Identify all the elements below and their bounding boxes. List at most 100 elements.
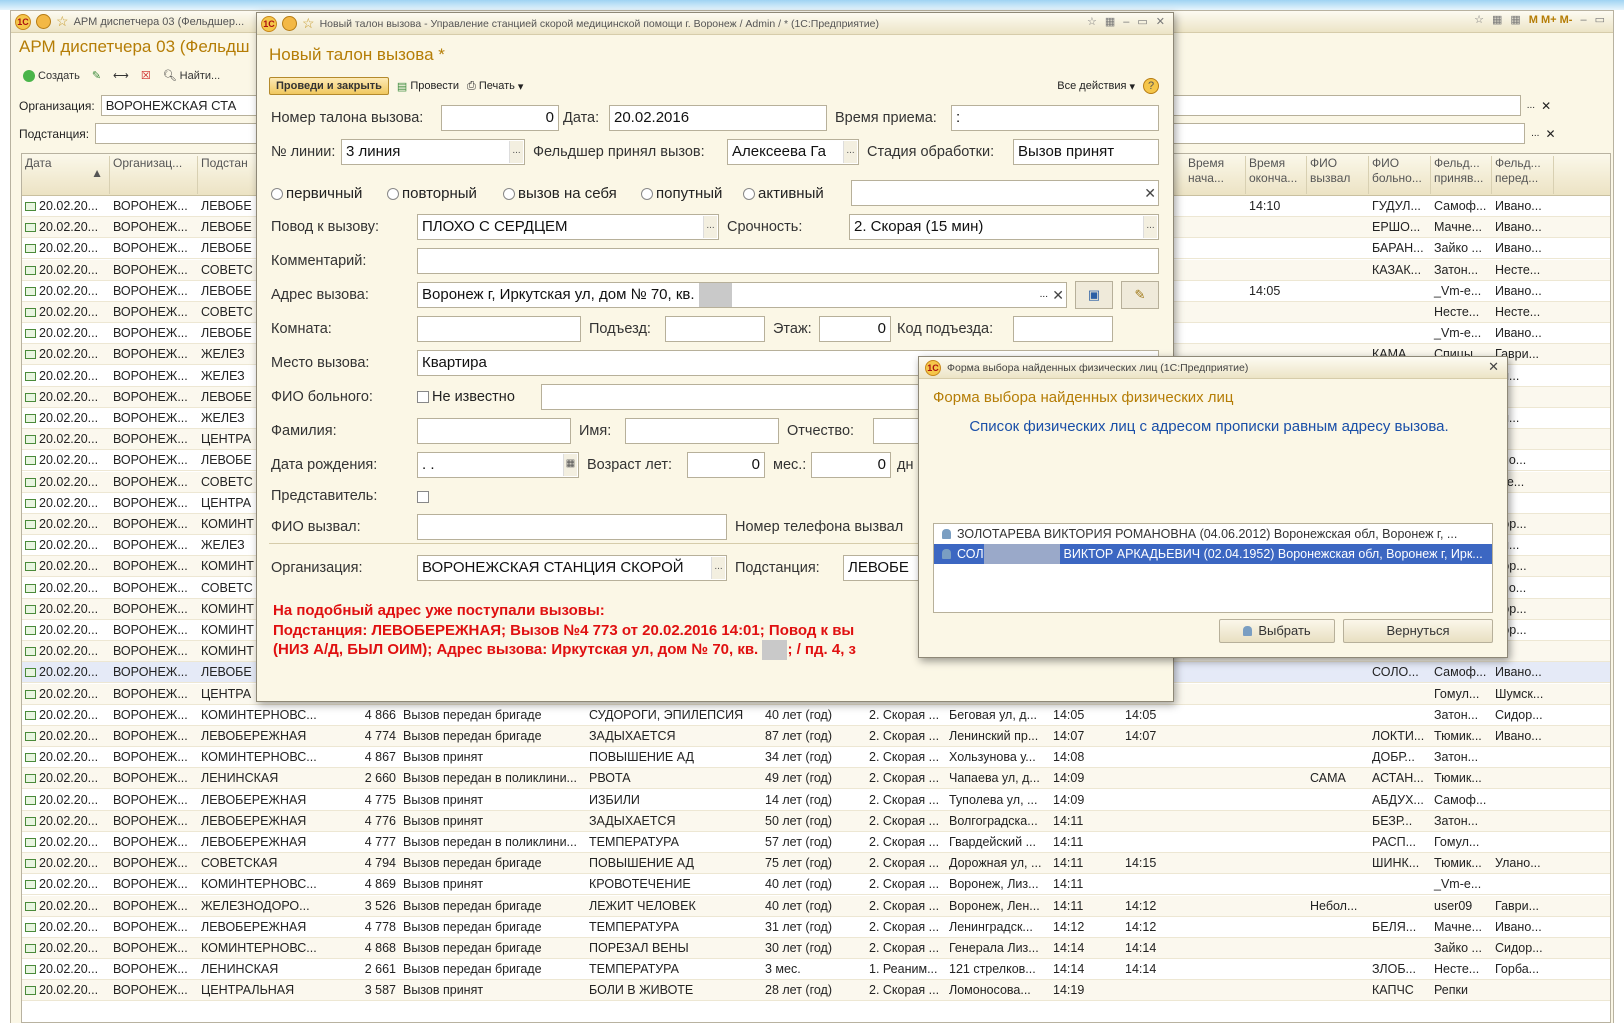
table-row[interactable]: 20.02.20... ВОРОНЕЖ... ЛЕВОБЕРЕЖНАЯ 4 774 Вы… (22, 726, 1610, 747)
reason-choose-icon[interactable]: ... (703, 216, 717, 238)
table-row[interactable]: 20.02.20... ВОРОНЕЖ... КОМИНТЕРНОВС... 4 86… (22, 874, 1610, 896)
surname-field[interactable] (417, 418, 571, 444)
table-row[interactable]: 20.02.20... ВОРОНЕЖ... ЛЕНИНСКАЯ 2 660 Вызов… (22, 768, 1610, 790)
room-field[interactable] (417, 316, 581, 342)
main-toolbar: Создать ✎ ⟷ ☒ 🔍︎ Найти... (23, 69, 220, 82)
menu-icon[interactable] (36, 14, 51, 29)
col-header-medic-passed[interactable]: Фельд... перед... (1492, 156, 1554, 194)
help-icon[interactable]: ? (1143, 78, 1159, 94)
print-button[interactable]: ⎙ Печать ▾ (467, 80, 523, 93)
call-type-extra-field[interactable]: ✕ (851, 180, 1159, 206)
address-edit-button[interactable]: ✎ (1121, 281, 1159, 309)
table-row[interactable]: 20.02.20... ВОРОНЕЖ... КОМИНТЕРНОВС... 4 86… (22, 938, 1610, 959)
code-field[interactable] (1013, 316, 1113, 342)
caller-field[interactable] (417, 514, 727, 540)
radio-self-call[interactable]: вызов на себя (503, 185, 617, 202)
copy-icon[interactable]: ⟷ (113, 69, 129, 82)
map-button[interactable]: ▣ (1075, 281, 1113, 309)
edit-icon[interactable]: ✎ (92, 69, 101, 82)
calc-icon[interactable]: ▦ (1492, 13, 1502, 26)
stage-field[interactable]: Вызов принят (1013, 139, 1159, 165)
floor-field[interactable]: 0 (819, 316, 891, 342)
find-button[interactable]: 🔍︎ Найти... (163, 69, 221, 83)
col-header-end-time[interactable]: Время оконча... (1246, 156, 1307, 194)
medic-field[interactable]: Алексеева Га... (727, 139, 859, 165)
months-field[interactable]: 0 (811, 452, 891, 478)
table-row[interactable]: 20.02.20... ВОРОНЕЖ... ЛЕНИНСКАЯ 2 661 Вызов… (22, 959, 1610, 981)
name-field[interactable] (625, 418, 779, 444)
all-actions-button[interactable]: Все действия ▾ (1057, 80, 1135, 93)
medic-choose-icon[interactable]: ... (843, 141, 857, 163)
calendar-picker-icon[interactable]: ▦ (563, 454, 577, 476)
favorites-icon[interactable]: ☆ (1474, 13, 1484, 26)
table-cell: СОЛО... (1372, 665, 1419, 680)
main-org-clear-icon[interactable]: ✕ (1541, 99, 1551, 113)
main-sub-clear-icon[interactable]: ✕ (1545, 127, 1555, 141)
list-item-selected[interactable]: СОЛ00000000000 ВИКТОР АРКАДЬЕВИЧ (02.04.… (934, 544, 1492, 564)
col-header-org[interactable]: Организац... (110, 156, 198, 194)
ticket-no-field[interactable]: 0 (441, 105, 559, 131)
table-row[interactable]: 20.02.20... ВОРОНЕЖ... ЛЕВОБЕРЕЖНАЯ 4 777 Вы… (22, 832, 1610, 853)
restore-icon[interactable]: ▭ (1595, 13, 1605, 26)
line-choose-icon[interactable]: ... (509, 141, 523, 163)
memory-icons[interactable]: M M+ M- (1529, 14, 1573, 26)
delete-icon[interactable]: ☒ (141, 69, 151, 82)
comment-field[interactable] (417, 248, 1159, 274)
table-row[interactable]: 20.02.20... ВОРОНЕЖ... ЛЕВОБЕРЕЖНАЯ 4 778 Вы… (22, 917, 1610, 938)
calendar-icon[interactable]: ▦ (1510, 13, 1520, 26)
dialog-calc-icon[interactable]: ▦ (1105, 15, 1115, 28)
col-header-caller[interactable]: ФИО вызвал (1307, 156, 1369, 194)
entrance-field[interactable] (665, 316, 765, 342)
col-header-patient[interactable]: ФИО больно... (1369, 156, 1431, 194)
org-choose-icon[interactable]: ... (711, 557, 725, 579)
table-row[interactable]: 20.02.20... ВОРОНЕЖ... ЛЕВОБЕРЕЖНАЯ 4 775 Вы… (22, 790, 1610, 811)
col-header-medic-accepted[interactable]: Фельд... приняв... (1431, 156, 1492, 194)
radio-passing[interactable]: попутный (641, 185, 722, 202)
main-sub-choose-icon[interactable]: ... (1531, 128, 1539, 139)
table-row[interactable]: 20.02.20... ВОРОНЕЖ... СОВЕТСКАЯ 4 794 Вызов… (22, 853, 1610, 875)
main-org-choose-icon[interactable]: ... (1527, 100, 1535, 111)
create-button[interactable]: Создать (23, 69, 80, 82)
table-row[interactable]: 20.02.20... ВОРОНЕЖ... ЦЕНТРАЛЬНАЯ 3 587 Выз… (22, 980, 1610, 1002)
table-row[interactable]: 20.02.20... ВОРОНЕЖ... КОМИНТЕРНОВС... 4 86… (22, 705, 1610, 726)
radio-repeat[interactable]: повторный (387, 185, 477, 202)
table-row[interactable]: 20.02.20... ВОРОНЕЖ... КОМИНТЕРНОВС... 4 86… (22, 747, 1610, 769)
col-header-start-time[interactable]: Время нача... (1185, 156, 1246, 194)
address-field[interactable]: Воронеж г, Иркутская ул, дом № 70, кв. 0… (417, 282, 1067, 308)
age-field[interactable]: 0 (687, 452, 765, 478)
select-dialog-close-icon[interactable]: ✕ (1488, 359, 1499, 375)
col-header-date[interactable]: Дата ▲ (22, 156, 110, 194)
dialog-maximize-icon[interactable]: ▭ (1137, 15, 1147, 28)
urgency-field[interactable]: 2. Скорая (15 мин)... (849, 214, 1159, 240)
dialog-close-icon[interactable]: ✕ (1156, 15, 1165, 28)
table-row[interactable]: 20.02.20... ВОРОНЕЖ... ЛЕВОБЕРЕЖНАЯ 4 776 Вы… (22, 810, 1610, 832)
table-row[interactable]: 20.02.20... ВОРОНЕЖ... ЖЕЛЕЗНОДОРО... 3 526… (22, 895, 1610, 917)
post-button[interactable]: ▤ Провести (397, 80, 459, 93)
table-cell: ВОРОНЕЖ... (113, 262, 188, 277)
unknown-checkbox[interactable]: Не известно (417, 389, 515, 405)
favorites-star-icon[interactable]: ☆ (56, 13, 69, 30)
radio-active[interactable]: активный (743, 185, 824, 202)
address-clear-icon[interactable]: ✕ (1052, 283, 1064, 307)
list-item[interactable]: ЗОЛОТАРЕВА ВИКТОРИЯ РОМАНОВНА (04.06.201… (934, 524, 1492, 544)
address-choose-icon[interactable]: ... (1040, 283, 1048, 307)
table-cell: ТЕМПЕРАТУРА (589, 919, 679, 934)
dialog-menu-icon[interactable] (282, 16, 297, 31)
back-button[interactable]: Вернуться (1343, 619, 1493, 643)
radio-primary[interactable]: первичный (271, 185, 362, 202)
minimize-icon[interactable]: – (1580, 14, 1586, 26)
post-and-close-button[interactable]: Проведи и закрыть (269, 77, 389, 95)
time-field[interactable]: : (951, 105, 1159, 131)
reason-field[interactable]: ПЛОХО С СЕРДЦЕМ... (417, 214, 719, 240)
representative-checkbox[interactable] (417, 491, 429, 503)
dialog-minimize-icon[interactable]: – (1123, 16, 1129, 28)
dialog-favorite-icon[interactable]: ☆ (1087, 15, 1097, 28)
birth-field[interactable]: . . ▦ (417, 452, 579, 478)
line-field[interactable]: 3 линия... (341, 139, 525, 165)
dialog-org-field[interactable]: ВОРОНЕЖСКАЯ СТАНЦИЯ СКОРОЙ... (417, 555, 727, 581)
select-button[interactable]: Выбрать (1219, 619, 1335, 643)
date-field[interactable]: 20.02.2016 (609, 105, 827, 131)
clear-icon[interactable]: ✕ (1144, 181, 1156, 205)
dialog-star-icon[interactable]: ☆ (302, 15, 315, 32)
urgency-choose-icon[interactable]: ... (1143, 216, 1157, 238)
